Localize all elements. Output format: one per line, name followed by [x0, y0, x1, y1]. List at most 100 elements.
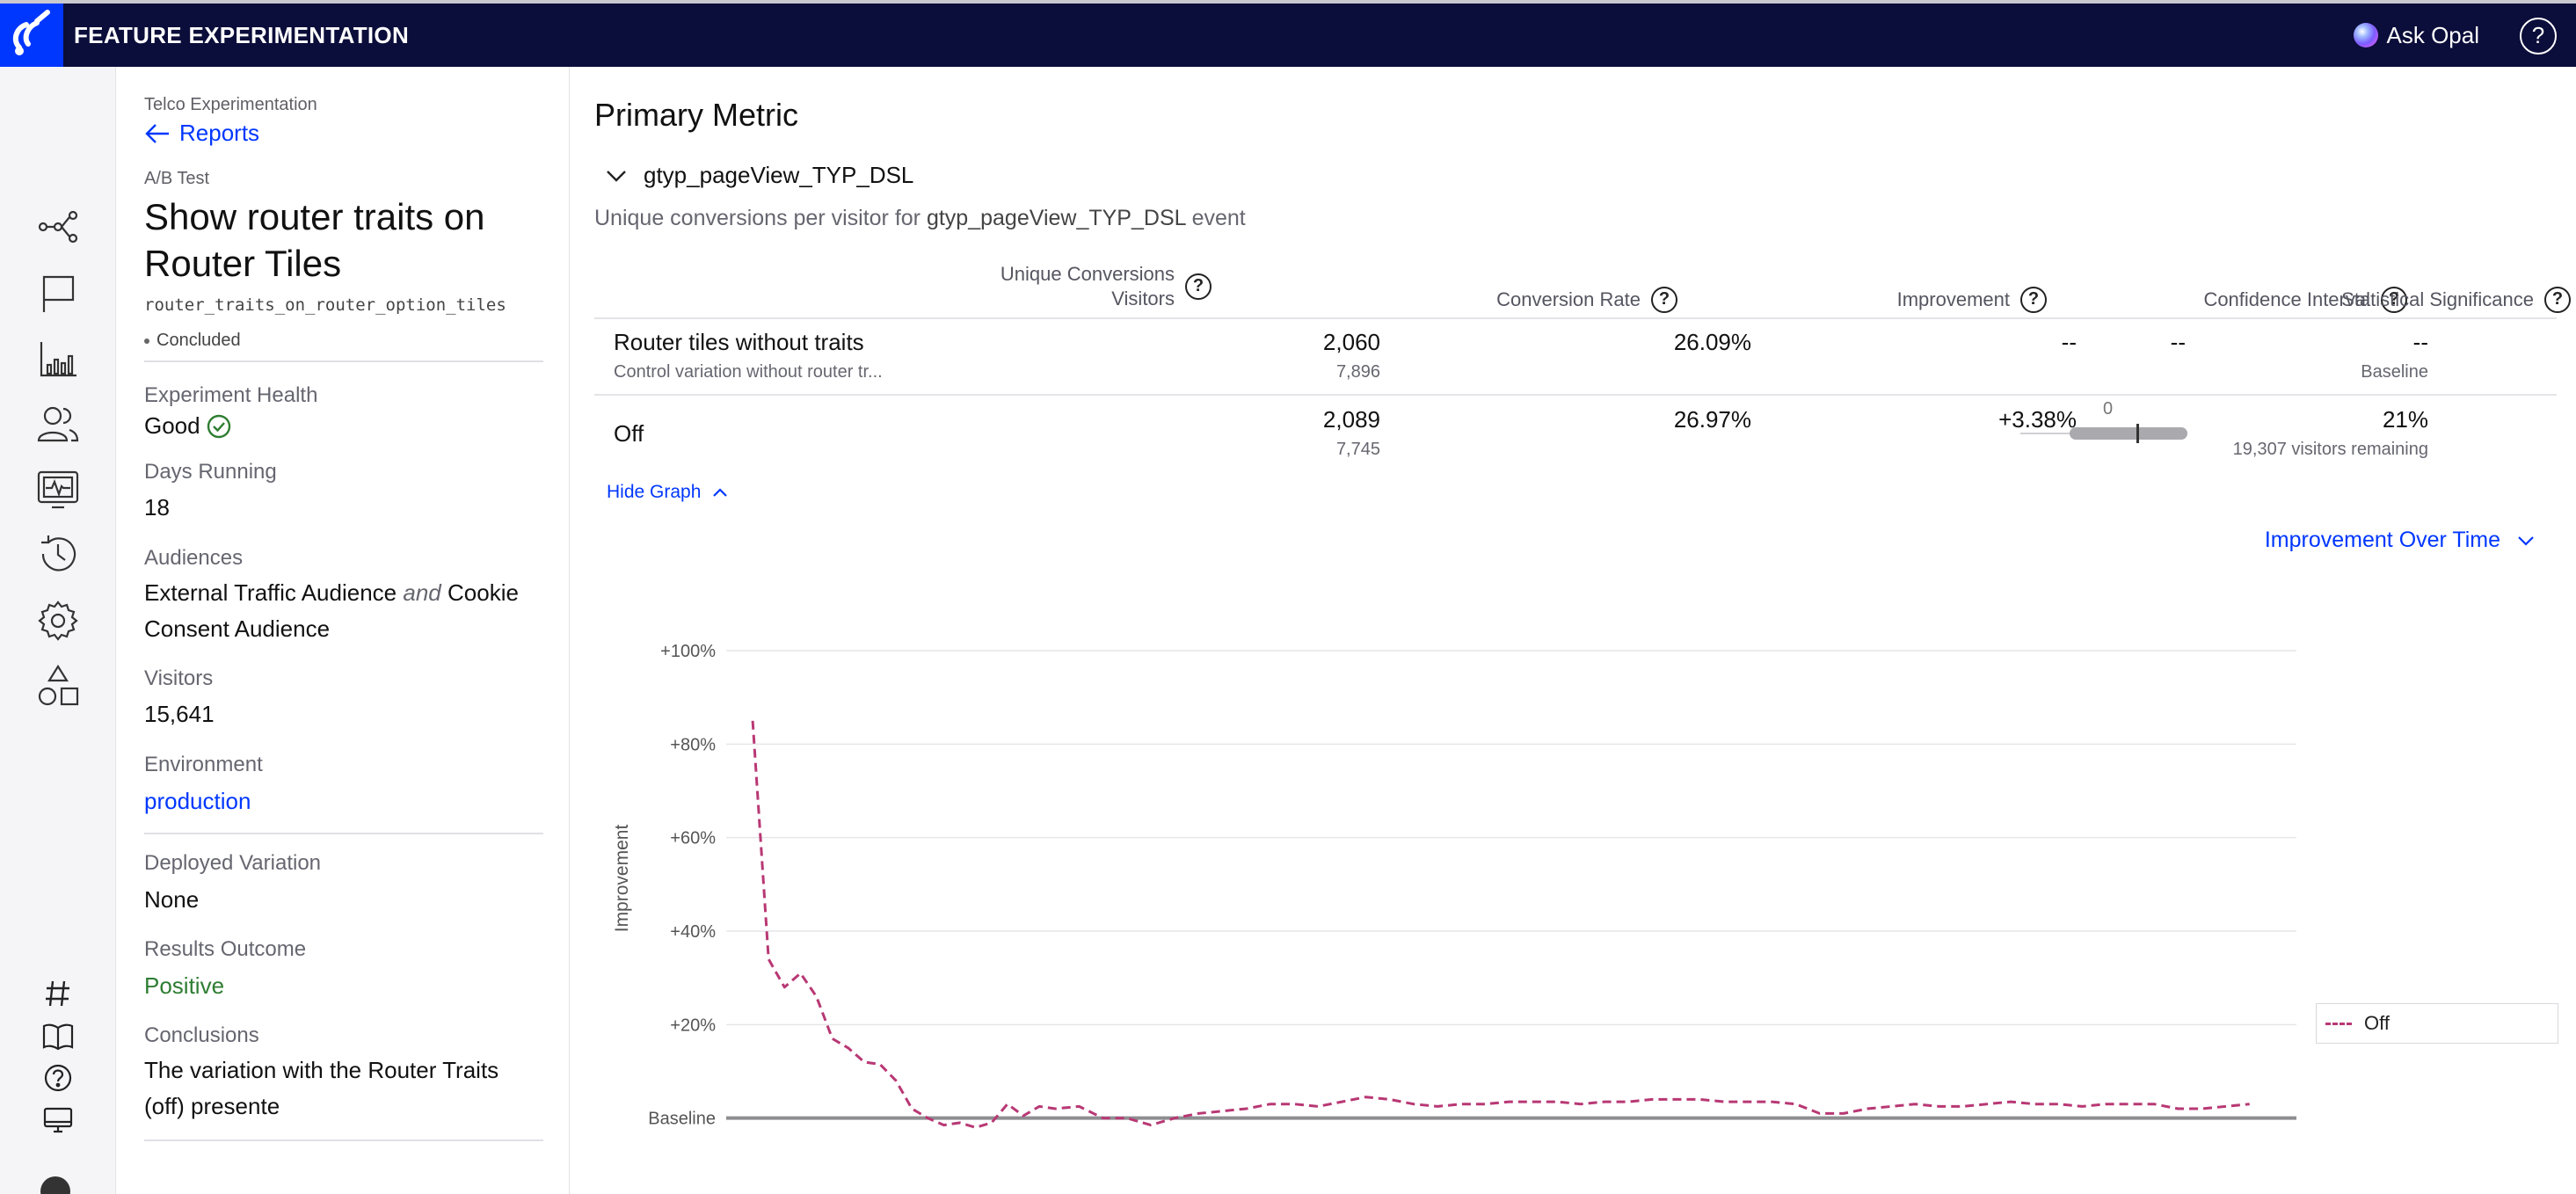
metric-description: Unique conversions per visitor for gtyp_… — [594, 206, 1246, 231]
audience-link[interactable]: External Traffic Audience — [144, 579, 397, 606]
environment-link[interactable]: production — [144, 788, 251, 815]
chevron-down-icon — [2518, 535, 2534, 546]
visitors-value: 15,641 — [144, 701, 215, 727]
check-circle-icon — [207, 414, 230, 438]
y-tick-label: +100% — [660, 642, 716, 661]
arrow-left-icon — [145, 123, 169, 143]
monitor-pulse-icon[interactable] — [35, 466, 81, 512]
flag-icon[interactable] — [35, 271, 81, 317]
table-divider — [594, 317, 2557, 319]
top-bar: FEATURE EXPERIMENTATION Ask Opal ? — [0, 0, 2576, 67]
status-dot-icon — [144, 338, 149, 344]
chevron-up-icon — [713, 488, 728, 497]
help-circle-icon[interactable]: ? — [2544, 287, 2571, 313]
project-breadcrumb[interactable]: Telco Experimentation — [144, 95, 317, 115]
ask-opal-button[interactable]: Ask Opal — [2353, 19, 2480, 51]
results-outcome-value: Positive — [144, 972, 225, 999]
chart-legend[interactable]: Off — [2316, 1003, 2558, 1044]
health-value: Good — [144, 408, 232, 444]
conclusions-label: Conclusions — [144, 1023, 259, 1047]
experiment-title: Show router traits on Router Tiles — [144, 196, 485, 284]
significance-value: -- — [2412, 329, 2428, 355]
y-axis-label: Improvement — [612, 825, 632, 933]
series-line-off — [751, 720, 2250, 1129]
visitors-label: Visitors — [144, 666, 214, 690]
conversions-value: 2,089 — [1322, 406, 1380, 433]
back-label: Reports — [179, 120, 260, 146]
col-header-significance: Statistical Significance ? — [2140, 287, 2571, 313]
results-outcome-label: Results Outcome — [144, 937, 307, 961]
col-header-improvement: Improvement ? — [1695, 287, 2047, 313]
col-header-conversions: Unique Conversions Visitors ? — [948, 262, 1212, 311]
optimizely-logo-icon[interactable] — [0, 4, 63, 67]
avatar[interactable] — [40, 1176, 70, 1194]
col-header-rate: Conversion Rate ? — [1326, 287, 1677, 313]
opal-orb-icon — [2353, 23, 2378, 47]
help-circle-icon[interactable]: ? — [1651, 287, 1677, 313]
legend-swatch — [2325, 1022, 2352, 1025]
metric-desc-event: gtyp_pageView_TYP_DSL — [926, 206, 1186, 230]
variation-name[interactable]: Router tiles without traits — [614, 329, 864, 356]
metric-desc-prefix: Unique conversions per visitor for — [594, 206, 921, 230]
y-tick-label: +40% — [670, 922, 716, 942]
visitors-value: 7,745 — [1335, 440, 1380, 459]
visitors-value: 7,896 — [1335, 362, 1380, 382]
hide-graph-button[interactable]: Hide Graph — [607, 482, 729, 503]
desktop-icon[interactable] — [40, 1103, 76, 1138]
metric-toggle[interactable]: gtyp_pageView_TYP_DSL — [605, 162, 913, 189]
variation-name[interactable]: Off — [614, 420, 644, 448]
back-to-reports-link[interactable]: Reports — [144, 120, 259, 147]
app-title: FEATURE EXPERIMENTATION — [74, 22, 410, 48]
experiment-type: A/B Test — [144, 169, 210, 188]
graph-mode-label: Improvement Over Time — [2264, 528, 2500, 552]
variation-description: Control variation without router tr... — [614, 362, 883, 382]
audience-conjunction: and — [403, 579, 441, 606]
y-tick-label: +80% — [670, 735, 716, 754]
hash-icon[interactable] — [40, 976, 76, 1011]
gear-icon[interactable] — [35, 598, 81, 644]
hide-graph-label: Hide Graph — [607, 482, 702, 502]
experiment-key: router_traits_on_router_option_tiles — [144, 295, 506, 315]
help-icon[interactable] — [40, 1060, 76, 1096]
help-circle-icon[interactable]: ? — [1185, 273, 1212, 300]
nav-rail — [0, 67, 116, 1194]
y-tick-label: +20% — [670, 1016, 716, 1035]
graph-mode-dropdown[interactable]: Improvement Over Time — [2265, 528, 2536, 553]
users-icon[interactable] — [35, 401, 81, 447]
results-main: Primary Metric gtyp_pageView_TYP_DSL Uni… — [570, 67, 2576, 1194]
days-running-value: 18 — [144, 494, 170, 521]
conversions-value: 2,060 — [1322, 329, 1380, 355]
shapes-icon[interactable] — [35, 663, 81, 709]
help-circle-icon[interactable]: ? — [2020, 287, 2047, 313]
significance-sub: 19,307 visitors remaining — [2232, 440, 2428, 459]
conversion-rate-value: 26.97% — [1673, 406, 1751, 433]
audiences-label: Audiences — [144, 546, 244, 570]
history-icon[interactable] — [35, 531, 81, 577]
ask-opal-label: Ask Opal — [2386, 21, 2480, 48]
deployed-variation-label: Deployed Variation — [144, 851, 322, 875]
legend-label: Off — [2364, 1012, 2390, 1034]
ci-value: -- — [2170, 329, 2186, 355]
col-sig-label: Statistical Significance — [2341, 288, 2534, 310]
col-visitors-label: Visitors — [1111, 288, 1175, 309]
ci-zero-label: 0 — [2103, 399, 2114, 419]
significance-value: 21% — [2382, 406, 2428, 433]
col-rate-label: Conversion Rate — [1496, 288, 1641, 310]
improvement-chart: +100%+80%+60%+40%+20%Baseline-20%Improve… — [612, 642, 2296, 1129]
section-title: Primary Metric — [594, 97, 798, 133]
divider — [144, 1139, 543, 1141]
help-icon[interactable]: ? — [2520, 18, 2557, 55]
table-divider — [594, 394, 2557, 396]
deployed-variation-value: None — [144, 886, 200, 913]
y-tick-label: Baseline — [648, 1110, 716, 1129]
ci-point-estimate — [2136, 424, 2139, 443]
flow-icon[interactable] — [35, 204, 81, 250]
divider — [144, 833, 543, 834]
status-label: Concluded — [156, 331, 241, 350]
bar-chart-icon[interactable] — [35, 336, 81, 382]
book-icon[interactable] — [40, 1018, 76, 1053]
conclusions-value: The variation with the Router Traits (of… — [144, 1057, 499, 1119]
y-tick-label: +60% — [670, 829, 716, 848]
metric-name: gtyp_pageView_TYP_DSL — [644, 162, 914, 188]
col-improvement-label: Improvement — [1896, 288, 2010, 310]
